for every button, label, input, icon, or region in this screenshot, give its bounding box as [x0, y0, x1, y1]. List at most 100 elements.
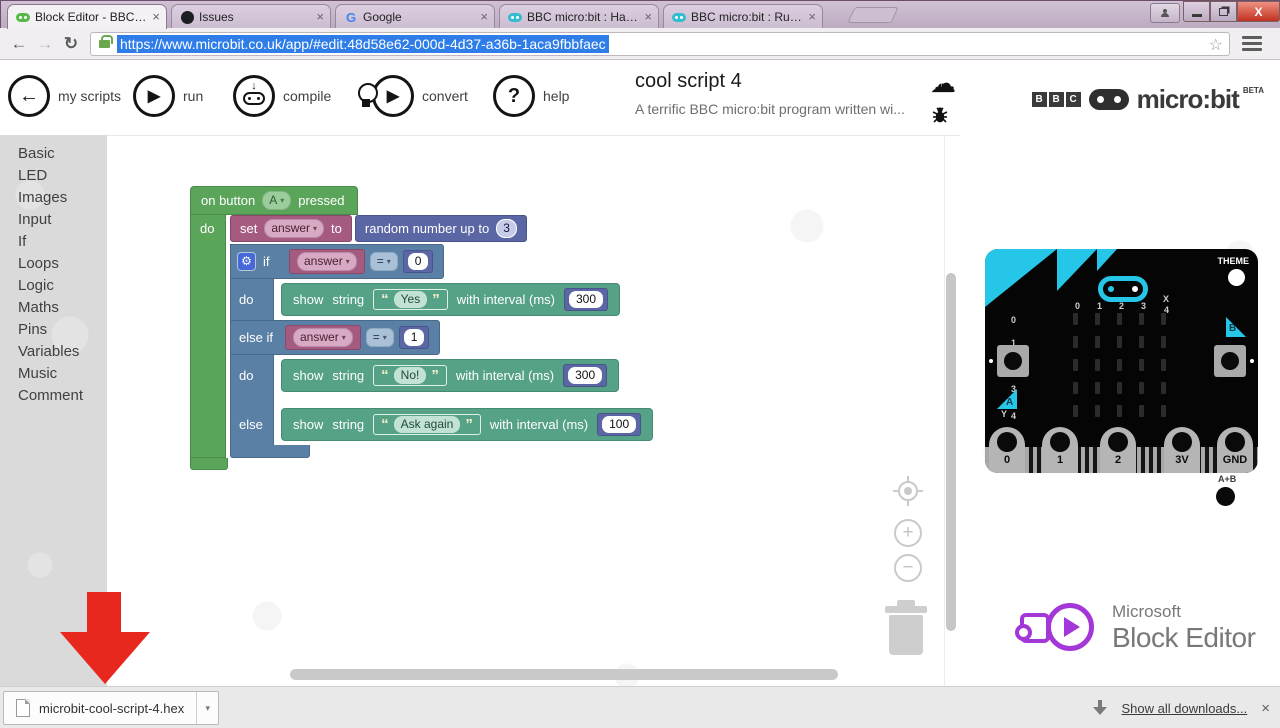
tab-close-icon[interactable]: ×	[152, 12, 160, 22]
sidebar-item-if[interactable]: If	[18, 231, 107, 253]
sidebar-item-input[interactable]: Input	[18, 209, 107, 231]
horizontal-scrollbar[interactable]	[290, 669, 838, 680]
reload-button[interactable]: ↻	[58, 34, 84, 54]
number-block[interactable]: 100	[597, 413, 641, 436]
tab-close-icon[interactable]: ×	[480, 12, 488, 22]
variable-dropdown[interactable]: answer▾	[293, 328, 353, 347]
sidebar-item-logic[interactable]: Logic	[18, 275, 107, 297]
file-options-caret[interactable]: ▾	[196, 692, 218, 724]
tab-microbit-run-script[interactable]: BBC micro:bit : Run Script ×	[663, 4, 823, 29]
interval-field[interactable]: 300	[569, 291, 603, 308]
interval-field[interactable]: 300	[568, 367, 602, 384]
operator-dropdown[interactable]: =▾	[366, 328, 394, 347]
sidebar-item-pins[interactable]: Pins	[18, 319, 107, 341]
led-grid[interactable]	[1073, 313, 1166, 417]
number-field[interactable]: 1	[404, 329, 425, 346]
tab-close-icon[interactable]: ×	[316, 12, 324, 22]
browser-menu-button[interactable]	[1242, 36, 1262, 51]
microbit-simulator[interactable]: THEME 0 1 2 3 X 4 0 1 2 3 Y 4 A B 0 1	[985, 249, 1258, 473]
pin-gnd[interactable]: GND	[1217, 427, 1253, 473]
downloaded-file-chip[interactable]: microbit-cool-script-4.hex ▾	[3, 691, 219, 725]
sidebar-item-led[interactable]: LED	[18, 165, 107, 187]
sidebar-item-maths[interactable]: Maths	[18, 297, 107, 319]
tab-microbit-question[interactable]: BBC micro:bit : Have a que ×	[499, 4, 659, 29]
if-block[interactable]: ⚙ if answer▾ =▾	[230, 244, 653, 458]
else-if-condition-row[interactable]: else if answer▾ =▾	[230, 320, 440, 355]
pin-0[interactable]: 0	[989, 427, 1025, 473]
pin-1[interactable]: 1	[1042, 427, 1078, 473]
button-a[interactable]	[997, 345, 1029, 377]
string-field[interactable]: Ask again	[394, 416, 461, 433]
random-number-block[interactable]: random number up to 3	[355, 215, 527, 242]
block-canvas[interactable]: on button A▾ pressed do set answer▾	[107, 135, 960, 686]
operator-dropdown[interactable]: =▾	[370, 252, 398, 271]
tab-close-icon[interactable]: ×	[808, 12, 816, 22]
minimize-button[interactable]	[1183, 1, 1210, 22]
button-b[interactable]	[1214, 345, 1246, 377]
sidebar-item-comment[interactable]: Comment	[18, 385, 107, 407]
show-string-block-ask-again[interactable]: show string “ Ask again ” with interval …	[281, 408, 653, 441]
number-block[interactable]: 300	[563, 364, 607, 387]
profile-button[interactable]	[1150, 3, 1180, 23]
cloud-sync-icon[interactable]: ☁↑	[930, 68, 956, 99]
tab-google[interactable]: G Google ×	[335, 4, 495, 29]
vertical-scrollbar[interactable]	[946, 273, 956, 631]
sidebar-item-basic[interactable]: Basic	[18, 143, 107, 165]
maximize-button[interactable]	[1210, 1, 1237, 22]
variable-block[interactable]: answer▾	[289, 249, 365, 274]
show-string-block-no[interactable]: show string “ No! ” with interval (ms) 3…	[281, 359, 619, 392]
sidebar-item-variables[interactable]: Variables	[18, 341, 107, 363]
variable-dropdown[interactable]: answer▾	[264, 219, 324, 238]
run-button[interactable]: ▶ run	[133, 75, 203, 117]
zoom-out-button[interactable]: −	[894, 554, 922, 582]
tab-close-icon[interactable]: ×	[644, 12, 652, 22]
tab-block-editor[interactable]: Block Editor - BBC micro:b ×	[7, 4, 167, 29]
forward-button[interactable]: →	[32, 34, 58, 54]
a-plus-b-button[interactable]	[1216, 487, 1235, 506]
button-dropdown[interactable]: A▾	[262, 191, 291, 210]
tab-issues[interactable]: Issues ×	[171, 4, 331, 29]
string-slot[interactable]: “ Ask again ”	[373, 414, 481, 435]
interval-field[interactable]: 100	[602, 416, 636, 433]
number-block[interactable]: 1	[399, 326, 430, 349]
pin-3v[interactable]: 3V	[1164, 427, 1200, 473]
help-button[interactable]: ? help	[493, 75, 569, 117]
sidebar-item-loops[interactable]: Loops	[18, 253, 107, 275]
block-program[interactable]: on button A▾ pressed do set answer▾	[190, 186, 653, 470]
string-slot[interactable]: “ Yes ”	[373, 289, 448, 310]
address-bar[interactable]: https://www.microbit.co.uk/app/#edit:48d…	[90, 32, 1230, 56]
downloaded-filename[interactable]: microbit-cool-script-4.hex	[39, 701, 184, 716]
pin-2[interactable]: 2	[1100, 427, 1136, 473]
zoom-in-button[interactable]: +	[894, 519, 922, 547]
gear-icon[interactable]: ⚙	[238, 253, 255, 270]
on-button-pressed-block[interactable]: on button A▾ pressed	[190, 186, 358, 215]
sidebar-item-music[interactable]: Music	[18, 363, 107, 385]
trash-icon[interactable]	[880, 598, 932, 656]
theme-toggle-button[interactable]	[1228, 269, 1245, 286]
set-variable-block[interactable]: set answer▾ to	[230, 215, 352, 242]
zoom-reset-button[interactable]	[893, 476, 923, 506]
string-field[interactable]: Yes	[394, 291, 428, 308]
bookmark-star-icon[interactable]: ☆	[1209, 35, 1223, 55]
bug-icon[interactable]	[930, 104, 950, 129]
new-tab-button[interactable]	[847, 7, 898, 23]
sidebar-item-images[interactable]: Images	[18, 187, 107, 209]
if-condition-row[interactable]: ⚙ if answer▾ =▾	[230, 244, 444, 279]
show-string-block-yes[interactable]: show string “ Yes ” with interval (ms) 3…	[281, 283, 620, 316]
back-button[interactable]: ←	[6, 34, 32, 54]
script-subtitle[interactable]: A terrific BBC micro:bit program written…	[635, 101, 925, 117]
random-max-field[interactable]: 3	[496, 219, 517, 238]
show-all-downloads-link[interactable]: Show all downloads...	[1121, 701, 1247, 716]
number-block[interactable]: 0	[403, 250, 434, 273]
compile-button[interactable]: ↓ compile	[233, 75, 331, 117]
variable-dropdown[interactable]: answer▾	[297, 252, 357, 271]
script-title[interactable]: cool script 4	[635, 70, 925, 93]
my-scripts-button[interactable]: ← my scripts	[8, 75, 121, 117]
convert-button[interactable]: ▶ convert	[358, 75, 468, 117]
url-text[interactable]: https://www.microbit.co.uk/app/#edit:48d…	[117, 35, 609, 53]
string-slot[interactable]: “ No! ”	[373, 365, 447, 386]
number-block[interactable]: 300	[564, 288, 608, 311]
close-window-button[interactable]: X	[1237, 1, 1280, 22]
variable-block[interactable]: answer▾	[285, 325, 361, 350]
string-field[interactable]: No!	[394, 367, 427, 384]
